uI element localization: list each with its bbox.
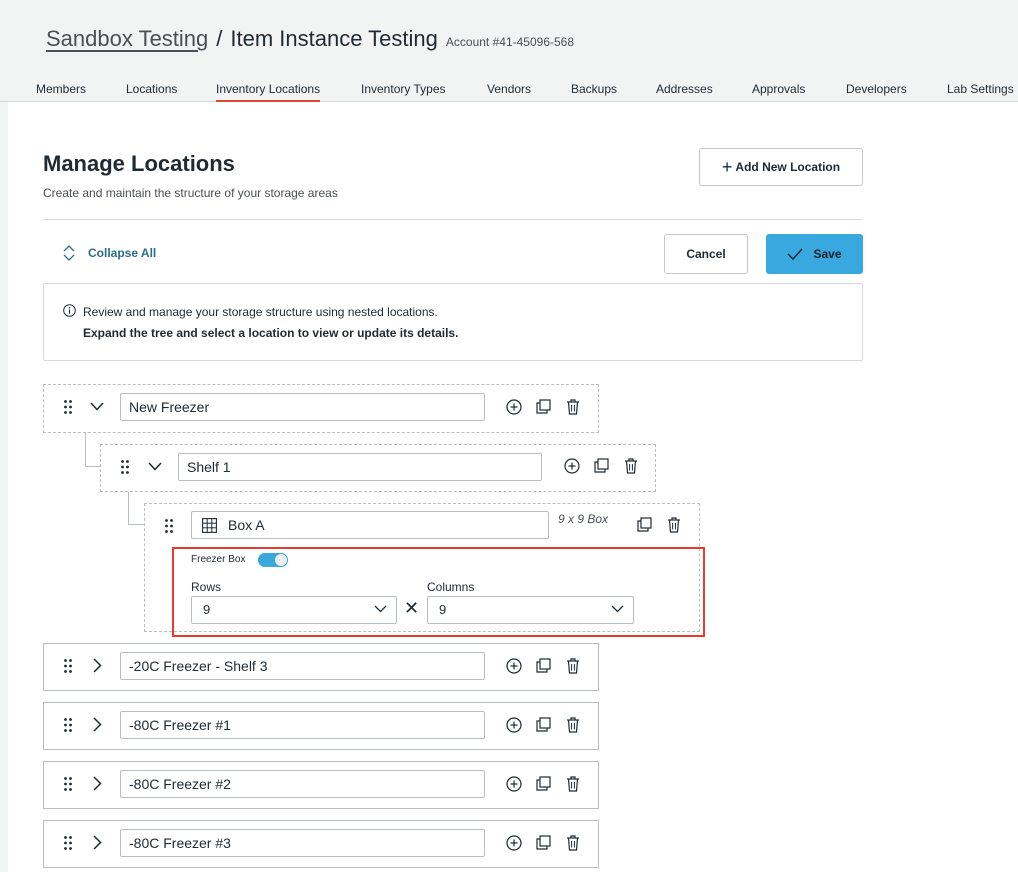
box-dimensions: 9 x 9 Box xyxy=(558,512,609,526)
toggle-knob xyxy=(275,554,287,566)
breadcrumb: Sandbox Testing / Item Instance Testing … xyxy=(46,26,574,52)
tab-vendors[interactable]: Vendors xyxy=(487,82,531,102)
collapse-arrows-icon xyxy=(63,245,75,261)
location-name-input[interactable]: -80C Freezer #3 xyxy=(120,829,485,857)
location-name-input[interactable]: -20C Freezer - Shelf 3 xyxy=(120,652,485,680)
page-title: Item Instance Testing xyxy=(230,26,438,51)
duplicate-icon[interactable] xyxy=(536,717,551,732)
location-name-input[interactable]: -80C Freezer #2 xyxy=(120,770,485,798)
tab-inventory-types[interactable]: Inventory Types xyxy=(361,82,446,102)
location-name-input[interactable]: New Freezer xyxy=(120,393,485,421)
trash-icon[interactable] xyxy=(566,776,580,792)
section-title: Manage Locations xyxy=(43,151,235,176)
tab-members[interactable]: Members xyxy=(36,82,86,102)
freezer-box-label: Freezer Box xyxy=(191,554,246,565)
info-banner: Review and manage your storage structure… xyxy=(43,283,863,361)
chevron-down-icon xyxy=(611,605,624,613)
trash-icon[interactable] xyxy=(624,458,638,474)
tree-connector xyxy=(128,492,144,525)
add-circle-icon[interactable] xyxy=(506,399,522,415)
add-new-location-button[interactable]: + Add New Location xyxy=(699,148,863,186)
section-divider xyxy=(43,219,863,220)
rows-value: 9 xyxy=(203,602,211,617)
info-icon xyxy=(63,304,76,317)
trash-icon[interactable] xyxy=(566,717,580,733)
chevron-right-icon[interactable] xyxy=(93,717,102,732)
duplicate-icon[interactable] xyxy=(536,399,551,414)
tab-lab-settings[interactable]: Lab Settings xyxy=(947,82,1014,102)
cancel-button[interactable]: Cancel xyxy=(664,234,748,274)
plus-icon: + xyxy=(721,157,733,177)
drag-handle-icon[interactable] xyxy=(64,777,72,791)
add-circle-icon[interactable] xyxy=(506,776,522,792)
info-instruction: Expand the tree and select a location to… xyxy=(83,326,459,340)
trash-icon[interactable] xyxy=(667,517,681,533)
drag-handle-icon[interactable] xyxy=(165,519,173,533)
duplicate-icon[interactable] xyxy=(594,458,609,473)
chevron-down-icon[interactable] xyxy=(148,462,162,471)
trash-icon[interactable] xyxy=(566,835,580,851)
duplicate-icon[interactable] xyxy=(637,517,652,532)
check-icon xyxy=(787,248,804,260)
duplicate-icon[interactable] xyxy=(536,835,551,850)
duplicate-icon[interactable] xyxy=(536,658,551,673)
chevron-right-icon[interactable] xyxy=(93,776,102,791)
drag-handle-icon[interactable] xyxy=(64,718,72,732)
collapse-all-label: Collapse All xyxy=(88,246,157,260)
multiply-icon: ✕ xyxy=(404,598,420,618)
tab-approvals[interactable]: Approvals xyxy=(752,82,805,102)
breadcrumb-separator: / xyxy=(216,26,223,51)
add-circle-icon[interactable] xyxy=(506,658,522,674)
location-name-input[interactable]: -80C Freezer #1 xyxy=(120,711,485,739)
account-number: Account #41-45096-568 xyxy=(445,35,575,49)
location-name-input[interactable]: Box A xyxy=(191,511,549,539)
columns-value: 9 xyxy=(439,602,447,617)
rows-select[interactable]: 9 xyxy=(191,596,397,624)
breadcrumb-link-sandbox[interactable]: Sandbox Testing xyxy=(46,26,208,52)
tab-addresses[interactable]: Addresses xyxy=(656,82,713,102)
trash-icon[interactable] xyxy=(566,658,580,674)
page-header: Sandbox Testing / Item Instance Testing … xyxy=(0,0,1018,102)
chevron-right-icon[interactable] xyxy=(93,658,102,673)
add-circle-icon[interactable] xyxy=(506,717,522,733)
tab-bar: Members Locations Inventory Locations In… xyxy=(0,78,1018,102)
tab-backups[interactable]: Backups xyxy=(571,82,617,102)
info-text: Review and manage your storage structure… xyxy=(83,305,438,319)
section-subtitle: Create and maintain the structure of you… xyxy=(43,186,338,200)
drag-handle-icon[interactable] xyxy=(64,836,72,850)
tree-connector xyxy=(85,433,100,467)
rows-label: Rows xyxy=(191,580,222,594)
duplicate-icon[interactable] xyxy=(536,776,551,791)
tab-locations[interactable]: Locations xyxy=(126,82,177,102)
tab-inventory-locations[interactable]: Inventory Locations xyxy=(216,82,321,102)
chevron-down-icon xyxy=(374,605,387,613)
tab-developers[interactable]: Developers xyxy=(846,82,907,102)
add-circle-icon[interactable] xyxy=(564,458,580,474)
freezer-box-toggle[interactable] xyxy=(258,553,288,567)
chevron-down-icon[interactable] xyxy=(90,402,104,411)
save-button[interactable]: Save xyxy=(766,234,863,274)
collapse-all-button[interactable]: Collapse All xyxy=(62,244,156,262)
location-name-input[interactable]: Shelf 1 xyxy=(178,453,542,481)
grid-icon xyxy=(202,518,217,533)
drag-handle-icon[interactable] xyxy=(121,460,129,474)
columns-select[interactable]: 9 xyxy=(427,596,634,624)
save-label: Save xyxy=(813,247,842,261)
drag-handle-icon[interactable] xyxy=(64,400,72,414)
add-new-location-label: Add New Location xyxy=(735,160,841,174)
drag-handle-icon[interactable] xyxy=(64,659,72,673)
add-circle-icon[interactable] xyxy=(506,835,522,851)
chevron-right-icon[interactable] xyxy=(93,835,102,850)
trash-icon[interactable] xyxy=(566,399,580,415)
columns-label: Columns xyxy=(427,580,475,594)
